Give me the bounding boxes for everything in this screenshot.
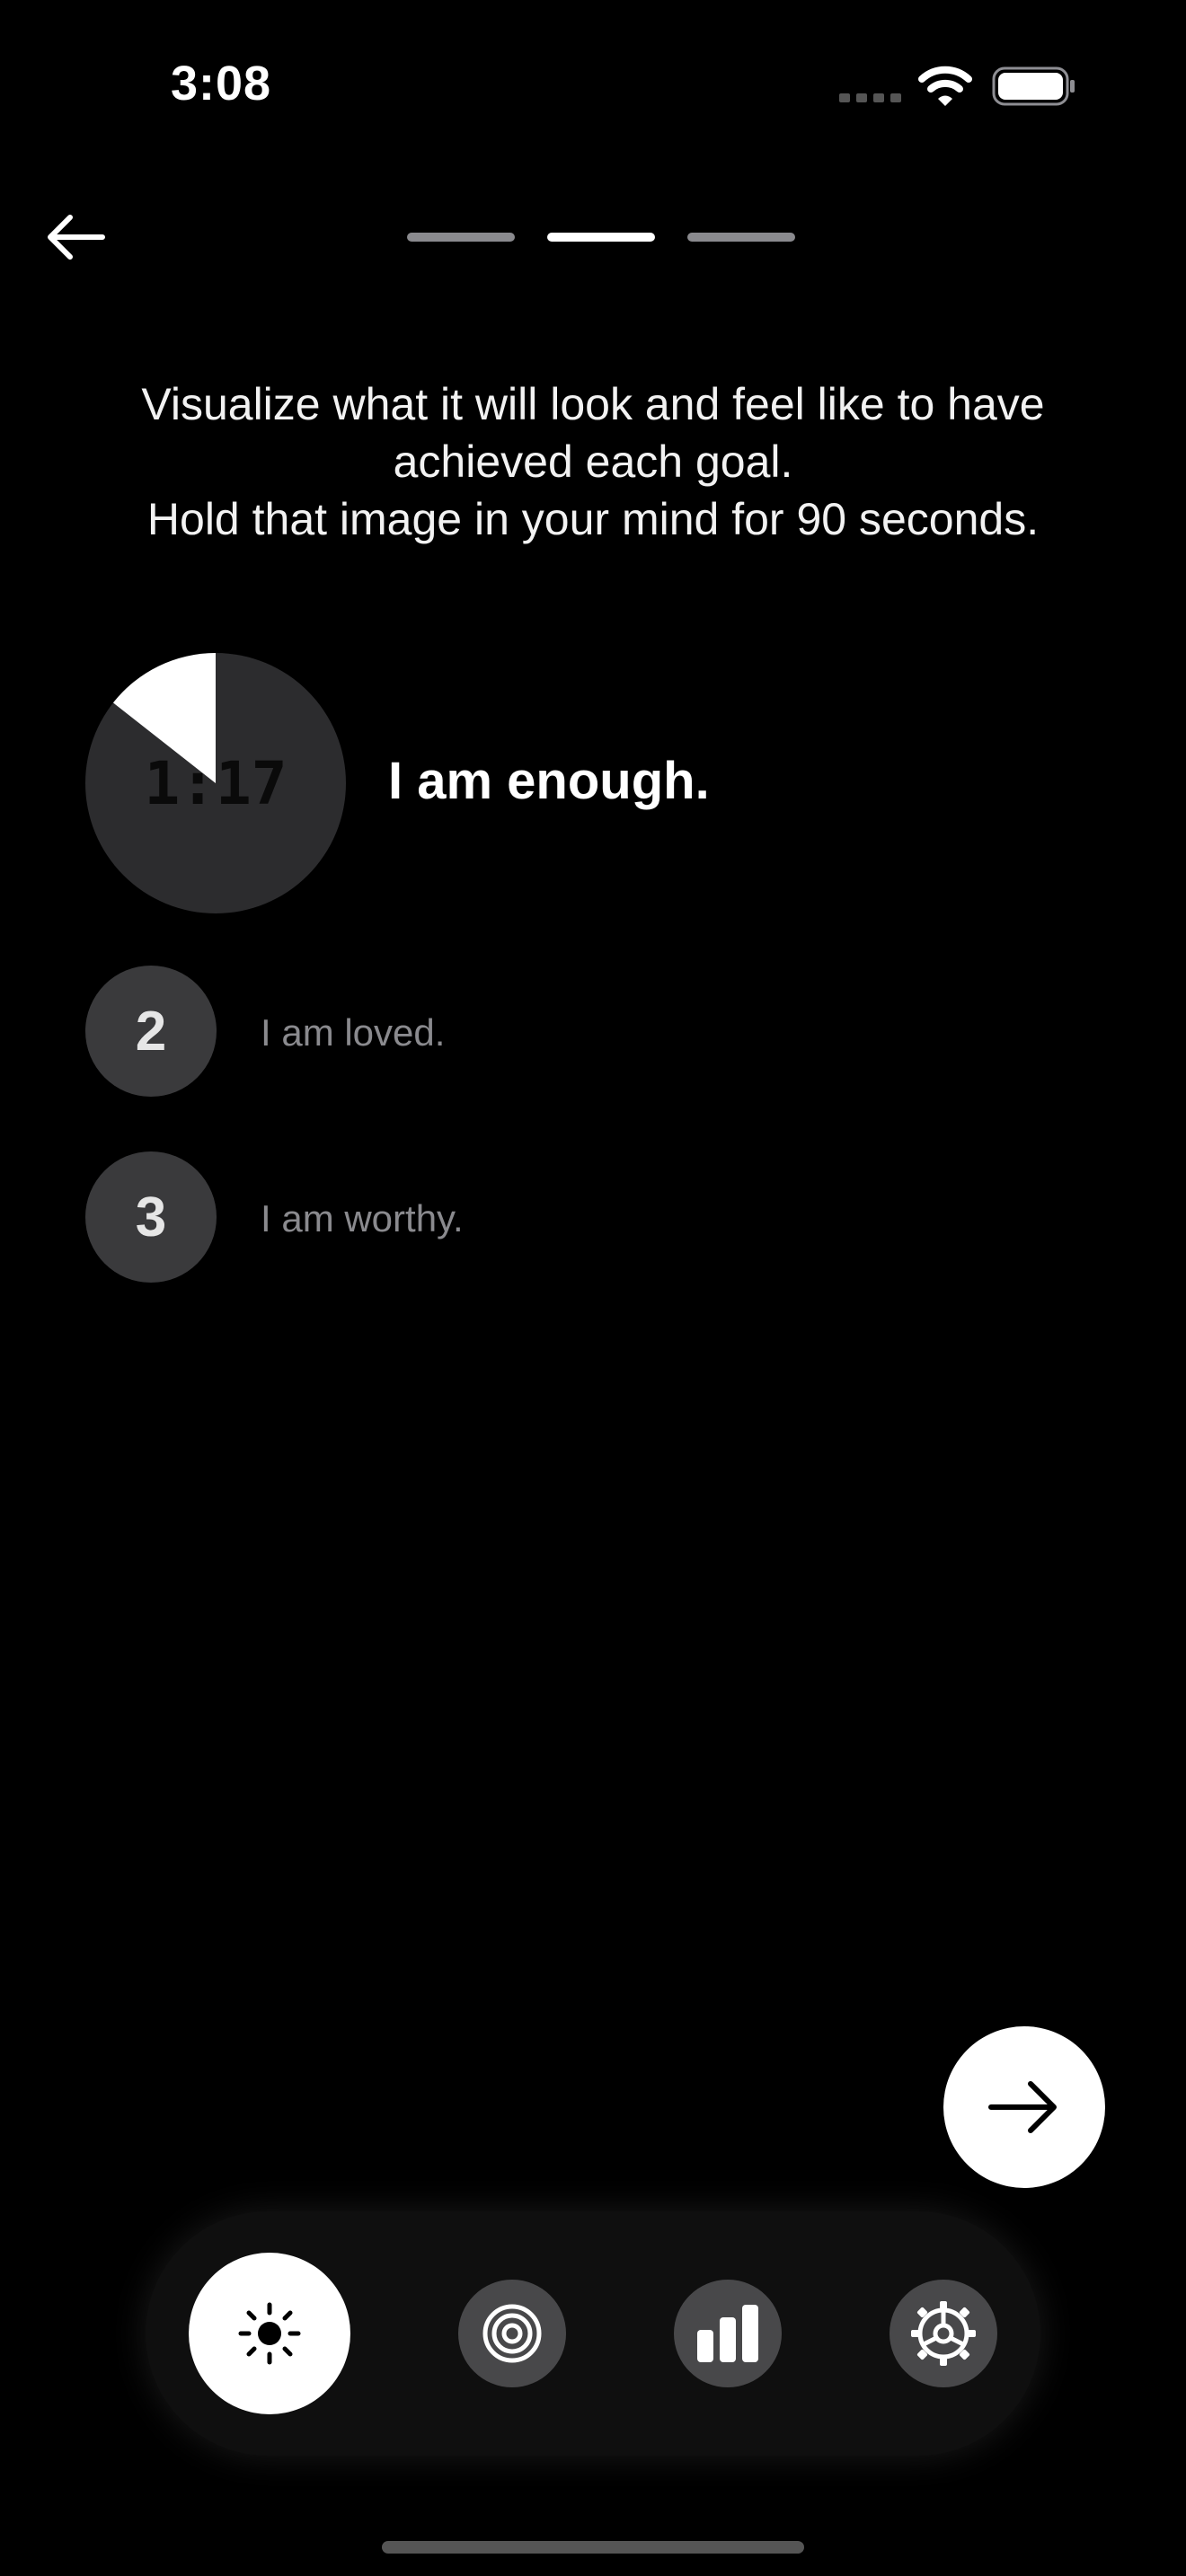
cellular-signal-icon — [839, 93, 901, 102]
target-icon — [482, 2304, 542, 2363]
tab-settings[interactable] — [890, 2280, 997, 2387]
gear-icon — [911, 2301, 976, 2366]
tab-stats[interactable] — [674, 2280, 782, 2387]
bar-chart-icon — [697, 2305, 758, 2362]
tab-goals[interactable] — [458, 2280, 566, 2387]
instructions-text: Visualize what it will look and feel lik… — [54, 375, 1132, 548]
arrow-right-icon — [988, 2081, 1057, 2133]
progress-step-2 — [547, 233, 655, 242]
wifi-icon — [918, 66, 972, 106]
home-indicator — [382, 2541, 804, 2554]
tab-visualize[interactable] — [189, 2253, 350, 2414]
progress-step-3 — [687, 233, 795, 242]
instructions-line-2: achieved each goal. — [393, 437, 793, 487]
instructions-line-3: Hold that image in your mind for 90 seco… — [146, 494, 1040, 544]
next-button[interactable] — [943, 2026, 1105, 2188]
timer-readout: 1:17 — [144, 748, 288, 818]
arrow-left-icon — [48, 215, 105, 260]
sun-icon — [238, 2302, 301, 2365]
back-button[interactable] — [40, 203, 111, 275]
progress-step-1 — [407, 233, 515, 242]
goal-number-3: 3 — [85, 1151, 217, 1283]
status-time: 3:08 — [171, 57, 272, 110]
goal-number-2: 2 — [85, 966, 217, 1097]
instructions-line-1: Visualize what it will look and feel lik… — [141, 379, 1045, 429]
active-goal-label: I am enough. — [388, 752, 710, 810]
goal-label-3: I am worthy. — [261, 1197, 464, 1239]
battery-icon — [992, 66, 1075, 106]
goal-label-2: I am loved. — [261, 1011, 446, 1054]
